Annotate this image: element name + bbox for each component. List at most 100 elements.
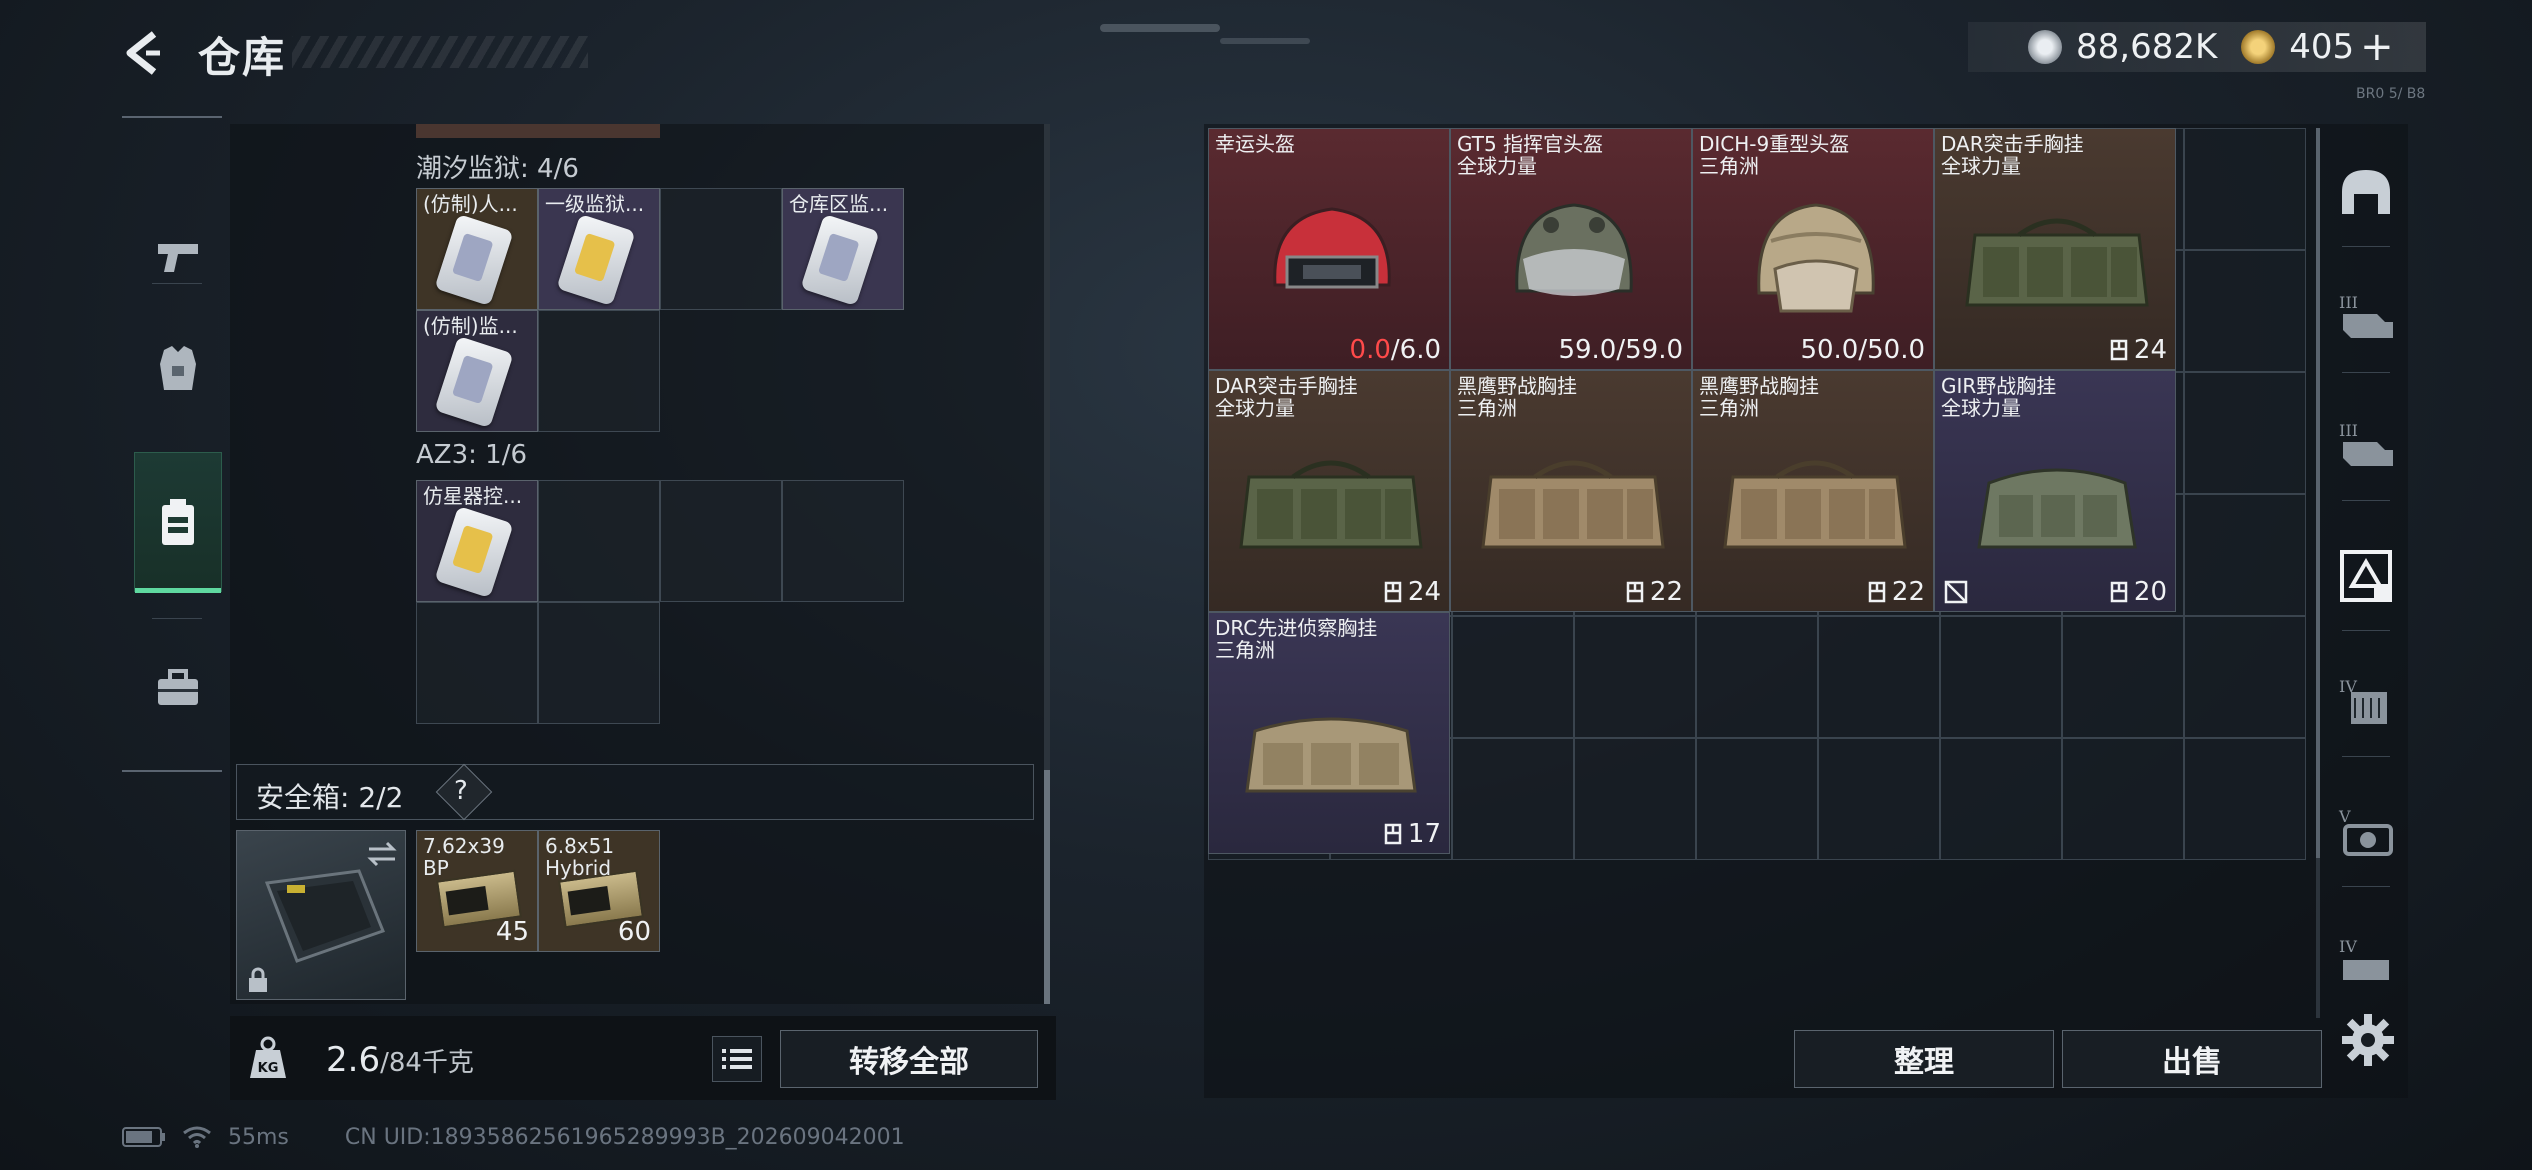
- armor-tier-icon: IV: [2339, 937, 2389, 980]
- settings-gear-icon[interactable]: [2340, 1012, 2396, 1068]
- version-text: BR0 5/ B8: [2356, 86, 2426, 102]
- filter-armor-tier[interactable]: IV: [2334, 670, 2398, 734]
- grid-cell: [416, 602, 538, 724]
- safebox-label: 安全箱: 2/2: [256, 781, 404, 814]
- stash-item-chest-rig[interactable]: GIR野战胸挂 全球力量 20: [1934, 370, 2176, 612]
- grid-cell: [538, 480, 660, 602]
- grid-cell: [782, 480, 904, 602]
- stash-item-chest-rig[interactable]: DAR突击手胸挂 全球力量 24: [1208, 370, 1450, 612]
- sell-button[interactable]: 出售: [2062, 1030, 2322, 1088]
- stash-item-chest-rig[interactable]: DAR突击手胸挂 全球力量 24: [1934, 128, 2176, 370]
- filter-armor-tier[interactable]: III: [2334, 286, 2398, 350]
- chest-rig-image: [1481, 460, 1665, 549]
- ceiling-light: [1220, 38, 1310, 44]
- keycard-image: [800, 213, 880, 307]
- stash-grid-cell: [2184, 616, 2306, 738]
- stash-grid-cell: [1574, 738, 1696, 860]
- stash-item-chest-rig[interactable]: 黑鹰野战胸挂 三角洲 22: [1450, 370, 1692, 612]
- left-category-rail: [122, 116, 222, 772]
- stash-item-helmet[interactable]: DICH-9重型头盔 三角洲 50.0/50.0: [1692, 128, 1934, 370]
- capacity-icon: [1384, 581, 1402, 603]
- stash-grid-cell: [1940, 738, 2062, 860]
- keycard-image: [434, 213, 514, 307]
- keycard-item[interactable]: 仓库区监...: [782, 188, 904, 310]
- tier-label: IV: [2339, 937, 2357, 956]
- filter-armor-tier[interactable]: V: [2334, 800, 2398, 864]
- stash-item-helmet[interactable]: 幸运头盔 0.0/6.0: [1208, 128, 1450, 370]
- battery-icon: [122, 1127, 165, 1147]
- stash-grid-cell: [2062, 616, 2184, 738]
- help-icon[interactable]: ?: [454, 776, 468, 806]
- keycard-item[interactable]: (仿制)人...: [416, 188, 538, 310]
- silver-amount: 88,682K: [2076, 27, 2218, 67]
- armor-tier-icon: IV: [2339, 677, 2387, 724]
- durability: 0.0/6.0: [1349, 335, 1441, 365]
- currency-bar: 88,682K 405 +: [1968, 22, 2426, 72]
- gold-coin-icon: [2241, 30, 2276, 64]
- ceiling-light: [1100, 24, 1220, 32]
- stash-grid-cell: [2184, 128, 2306, 250]
- tier-label: V: [2338, 807, 2351, 826]
- stash-grid-cell: [1696, 616, 1818, 738]
- capacity-icon: [1868, 581, 1886, 603]
- capacity: 24: [1384, 577, 1441, 607]
- stash-grid-cell: [1452, 738, 1574, 860]
- capacity: 24: [2110, 335, 2167, 365]
- add-currency-button[interactable]: +: [2360, 24, 2394, 70]
- stash-grid-cell: [2184, 738, 2306, 860]
- filter-helmet[interactable]: [2334, 160, 2398, 224]
- swap-icon[interactable]: [365, 839, 399, 869]
- rail-supplies[interactable]: [134, 618, 222, 758]
- durability: 50.0/50.0: [1800, 335, 1925, 365]
- keycard-item[interactable]: 一级监狱...: [538, 188, 660, 310]
- transfer-all-button[interactable]: 转移全部: [780, 1030, 1038, 1088]
- sort-button[interactable]: 整理: [1794, 1030, 2054, 1088]
- chest-rig-image: [1239, 460, 1423, 549]
- stash-grid-cell: [2184, 372, 2306, 494]
- stash-item-chest-rig[interactable]: DRC先进侦察胸挂 三角洲 17: [1208, 612, 1450, 854]
- chest-rig-image: [1723, 460, 1907, 549]
- keycard-image: [556, 213, 636, 307]
- filter-chest-rig[interactable]: [2334, 544, 2398, 608]
- rail-armor[interactable]: [134, 298, 222, 438]
- rig-category-icon: [2340, 550, 2392, 602]
- helmet-image: [1757, 203, 1875, 313]
- stash-item-helmet[interactable]: GT5 指挥官头盔 全球力量 59.0/59.0: [1450, 128, 1692, 370]
- capacity: 22: [1868, 577, 1925, 607]
- list-view-button[interactable]: [712, 1036, 762, 1082]
- capacity-icon: [2110, 339, 2128, 361]
- grid-cell: [660, 480, 782, 602]
- pistol-icon: [158, 244, 198, 272]
- ammo-item[interactable]: 7.62x39 BP 45: [416, 830, 538, 952]
- chest-rig-image: [1977, 468, 2137, 549]
- keycard-image: [434, 335, 514, 429]
- list-icon: [722, 1049, 752, 1069]
- safebox-container[interactable]: [236, 830, 406, 1000]
- cut-off-item: [416, 124, 660, 138]
- helmet-image: [1515, 203, 1633, 296]
- stash-grid-cell: [2062, 738, 2184, 860]
- filter-armor-tier[interactable]: IV: [2334, 930, 2398, 994]
- ammo-item[interactable]: 6.8x51 Hybrid 60: [538, 830, 660, 952]
- filter-armor-tier[interactable]: III: [2334, 414, 2398, 478]
- rail-keycards[interactable]: [134, 452, 222, 593]
- armor-tier-icon: V: [2338, 807, 2393, 856]
- weight-kg-icon: KG: [248, 1036, 288, 1080]
- armor-vest-icon: [160, 346, 196, 390]
- capacity-icon: [1626, 581, 1644, 603]
- right-filter-rail: III III IV V IV: [2320, 124, 2410, 1098]
- svg-text:KG: KG: [258, 1061, 279, 1076]
- stash-grid-cell: [1818, 738, 1940, 860]
- status-bar: 55ms CN UID:18935862561965289993B_202609…: [122, 1120, 905, 1154]
- uid-text: CN UID:18935862561965289993B_20260904200…: [344, 1124, 905, 1150]
- scrollbar-thumb[interactable]: [1044, 770, 1050, 1004]
- stash-grid-cell: [1940, 616, 2062, 738]
- keycard-item[interactable]: (仿制)监...: [416, 310, 538, 432]
- stash-item-chest-rig[interactable]: 黑鹰野战胸挂 三角洲 22: [1692, 370, 1934, 612]
- no-trade-icon: [1944, 580, 1968, 604]
- back-arrow-icon[interactable]: [118, 28, 168, 78]
- helmet-image: [1273, 207, 1391, 289]
- grid-cell: [538, 310, 660, 432]
- keycard-item[interactable]: 仿星器控...: [416, 480, 538, 602]
- stash-grid-cell: [2184, 494, 2306, 616]
